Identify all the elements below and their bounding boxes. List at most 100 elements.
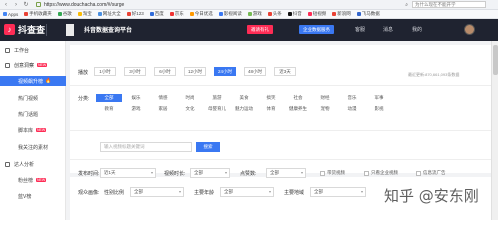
bookmark-label: 抖音 xyxy=(292,11,302,16)
chevron-down-icon: ▾ xyxy=(300,170,303,175)
bookmark-item[interactable]: 手机收藏夹 xyxy=(24,11,52,17)
logo[interactable]: ♪ 抖查查 xyxy=(4,23,45,36)
bookmark-item[interactable]: 影视阅读 xyxy=(218,11,242,17)
category-chip[interactable]: 军事 xyxy=(366,94,392,102)
category-chip[interactable]: 影视 xyxy=(366,105,392,113)
bookmark-favicon-icon xyxy=(356,12,361,16)
category-chip[interactable]: 娱乐 xyxy=(123,94,149,102)
sidebar-item[interactable]: 热门话题 xyxy=(0,109,66,119)
forward-icon[interactable]: › xyxy=(12,1,20,9)
likes-select[interactable]: 全部 ▾ xyxy=(266,168,306,178)
bookmark-item[interactable]: 新浪网 xyxy=(332,11,351,17)
category-chip[interactable]: 动漫 xyxy=(339,105,365,113)
category-chip[interactable]: 全部 xyxy=(96,94,122,102)
bookmark-item[interactable]: 好123 xyxy=(126,11,144,17)
category-chip[interactable]: 宠物 xyxy=(312,105,338,113)
time-option-button[interactable]: 近3天 xyxy=(274,67,296,76)
time-option-button[interactable]: 12小时 xyxy=(184,67,206,76)
bookmark-item[interactable]: 百度 xyxy=(149,11,164,17)
time-option-button[interactable]: 24小时 xyxy=(214,67,236,76)
time-option-button[interactable]: 6小时 xyxy=(154,67,176,76)
category-chip[interactable]: 时尚 xyxy=(177,94,203,102)
gender-value: 全部 xyxy=(134,189,143,194)
age-select[interactable]: 全部 ▾ xyxy=(220,187,274,197)
header-link-messages[interactable]: 消息 xyxy=(383,26,393,33)
audience-label: 观众画像: xyxy=(78,190,100,196)
header-link-service[interactable]: 客服 xyxy=(355,26,365,33)
checkbox-icon[interactable] xyxy=(416,170,421,176)
category-chip[interactable]: 游戏 xyxy=(123,105,149,113)
checkbox-feed-ad[interactable]: 信息流广告 xyxy=(416,170,446,176)
header-link-mine[interactable]: 我的 xyxy=(412,26,422,33)
sidebar-item[interactable]: 我关注的素材 xyxy=(0,142,66,152)
checkbox-goods-video[interactable]: 带货视频 xyxy=(320,170,345,176)
category-chip[interactable]: 魅力运动 xyxy=(231,105,257,113)
bookmark-item[interactable]: 头条 xyxy=(267,11,282,17)
category-chip[interactable]: 搞笑 xyxy=(258,94,284,102)
gender-select[interactable]: 全部 ▾ xyxy=(130,187,184,197)
bookmark-item[interactable]: 抖音 xyxy=(287,11,302,17)
bookmark-item[interactable]: 游戏 xyxy=(247,11,262,17)
sidebar-item-label: 热门话题 xyxy=(18,111,39,118)
sidebar-item[interactable]: 蓝V榜 xyxy=(0,191,66,201)
back-icon[interactable]: ‹ xyxy=(2,1,10,9)
bookmark-label: 今日优选 xyxy=(194,11,213,16)
category-chip[interactable]: 家居 xyxy=(150,105,176,113)
sidebar-item[interactable]: 粉丝榜 NEW xyxy=(0,175,66,185)
category-chip[interactable]: 美食 xyxy=(231,94,257,102)
time-option-button[interactable]: 3小时 xyxy=(124,67,146,76)
checkbox-enterprise-video[interactable]: 只看企业视频 xyxy=(364,170,398,176)
publish-label: 发布时间: xyxy=(78,171,100,177)
sidebar-item[interactable]: 工作台 xyxy=(0,45,66,55)
scrollbar[interactable] xyxy=(491,41,498,220)
address-bar[interactable]: https://www.douchacha.com/#/surge xyxy=(36,1,124,8)
bookmark-item[interactable]: 淘宝 xyxy=(77,11,92,17)
category-chip[interactable]: 健康养生 xyxy=(285,105,311,113)
bookmark-label: 网址大全 xyxy=(102,11,121,16)
time-option-button[interactable]: 1小时 xyxy=(94,67,116,76)
search-button[interactable]: 搜索 xyxy=(196,142,220,152)
category-chip[interactable]: 文化 xyxy=(177,105,203,113)
checkbox-icon[interactable] xyxy=(364,170,369,176)
category-chip[interactable]: 音乐 xyxy=(339,94,365,102)
category-chip[interactable]: 母婴育儿 xyxy=(204,105,230,113)
checkbox-icon[interactable] xyxy=(320,170,325,176)
keyword-search-input[interactable]: 输入视频标题关键词 xyxy=(100,142,192,152)
avatar[interactable] xyxy=(464,24,475,35)
app-header: ♪ 抖查查 抖音数据查询平台 邀请有礼 企业数据服务 客服 消息 我的 xyxy=(0,19,498,41)
enterprise-service-button[interactable]: 企业数据服务 xyxy=(299,25,334,34)
bookmark-favicon-icon xyxy=(77,12,82,16)
bookmark-item[interactable]: 京东 xyxy=(169,11,184,17)
bookmark-item[interactable]: 谷歌 xyxy=(57,11,72,17)
url-text[interactable]: https://www.douchacha.com/#/surge xyxy=(44,2,124,8)
category-chip[interactable]: 情感 xyxy=(150,94,176,102)
category-chip[interactable]: 旅游 xyxy=(204,94,230,102)
sidebar-item[interactable]: 热门视频 xyxy=(0,93,66,103)
bookmark-item[interactable]: 飞马数据 xyxy=(356,11,380,17)
sidebar-item-label: 我关注的素材 xyxy=(18,144,49,151)
bookmark-item[interactable]: 网址大全 xyxy=(97,11,121,17)
bookmark-label: 游戏 xyxy=(252,11,262,16)
browser-search-input[interactable]: 为什么现在不能开学 xyxy=(412,1,486,8)
category-chip[interactable]: 财经 xyxy=(312,94,338,102)
category-chip[interactable]: 社会 xyxy=(285,94,311,102)
category-chip[interactable]: 教育 xyxy=(96,105,122,113)
category-chip[interactable]: 体育 xyxy=(258,105,284,113)
invite-button[interactable]: 邀请有礼 xyxy=(247,25,273,34)
new-badge: NEW xyxy=(37,63,48,67)
scrollbar-thumb[interactable] xyxy=(493,45,498,75)
bookmark-item[interactable]: Apps xyxy=(3,12,18,17)
bookmark-item[interactable]: 短视频 xyxy=(307,11,326,17)
sidebar-item[interactable]: 脚本库 NEW xyxy=(0,125,66,135)
sidebar-item[interactable]: 创意洞察 NEW xyxy=(0,60,66,70)
sidebar-item[interactable]: 视频飙升榜 🔥 xyxy=(0,76,66,86)
duration-select[interactable]: 全部 ▾ xyxy=(190,168,230,178)
time-option-button[interactable]: 48小时 xyxy=(244,67,266,76)
browser-search-icon[interactable]: ⌕ xyxy=(405,2,408,8)
sidebar-item[interactable]: 达人分析 xyxy=(0,159,66,169)
reload-icon[interactable]: ↻ xyxy=(22,1,30,9)
bookmark-item[interactable]: 今日优选 xyxy=(189,11,213,17)
browser-toolbar: ‹ › ↻ https://www.douchacha.com/#/surge … xyxy=(0,0,498,10)
region-select[interactable]: 全部 ▾ xyxy=(310,187,366,197)
publish-time-select[interactable]: 近1天 ▾ xyxy=(100,168,156,178)
